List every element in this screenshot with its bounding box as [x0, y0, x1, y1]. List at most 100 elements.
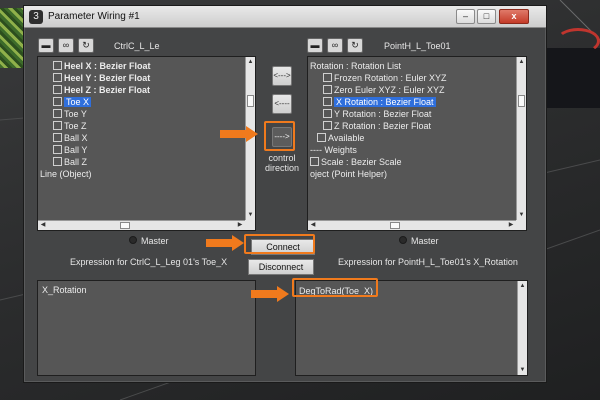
right-expression-label: Expression for PointH_L_Toe01's X_Rotati… [338, 257, 518, 267]
tree-item-label: Toe X [64, 97, 92, 107]
tree-item[interactable]: Toe Z [53, 120, 87, 132]
annotation-arrow-icon [220, 126, 258, 142]
right-horizontal-scrollbar[interactable]: ◀ ▶ [308, 220, 516, 230]
refresh-icon[interactable]: ↻ [347, 38, 363, 53]
tree-item[interactable]: Heel Y : Bezier Float [53, 72, 150, 84]
track-icon [53, 145, 62, 154]
left-expression-text: X_Rotation [42, 285, 87, 295]
left-expression-editor[interactable]: X_Rotation [37, 280, 256, 376]
right-master-radio[interactable] [399, 236, 407, 244]
tree-item-label: Available [328, 133, 365, 143]
annotation-arrow-icon [206, 235, 244, 251]
track-icon [53, 97, 62, 106]
tree-item[interactable]: Z Rotation : Bezier Float [323, 120, 431, 132]
track-icon [53, 85, 62, 94]
left-expression-label: Expression for CtrlC_L_Leg 01's Toe_X [70, 257, 228, 267]
tree-item-label: Heel Z : Bezier Float [64, 85, 151, 95]
tree-item[interactable]: ---- Weights [310, 144, 357, 156]
scroll-down-icon[interactable]: ▼ [246, 210, 255, 220]
tree-item[interactable]: Zero Euler XYZ : Euler XYZ [323, 84, 445, 96]
scroll-up-icon[interactable]: ▲ [518, 281, 527, 291]
left-node-title: CtrlC_L_Le [114, 41, 160, 51]
track-icon [53, 121, 62, 130]
scroll-up-icon[interactable]: ▲ [517, 57, 526, 67]
left-horizontal-scrollbar[interactable]: ◀ ▶ [38, 220, 245, 230]
tree-item-label: Ball Z [64, 157, 88, 167]
scroll-thumb[interactable] [518, 95, 525, 107]
folder-icon[interactable]: ▬ [38, 38, 54, 53]
tree-item[interactable]: Frozen Rotation : Euler XYZ [323, 72, 447, 84]
tree-item-label: Line (Object) [40, 169, 92, 179]
binoculars-icon[interactable]: ∞ [327, 38, 343, 53]
annotation-highlight [264, 121, 295, 151]
tree-item[interactable]: Rotation : Rotation List [310, 60, 401, 72]
scroll-right-icon[interactable]: ▶ [506, 221, 516, 230]
title-bar[interactable]: 3 Parameter Wiring #1 – □ x [24, 6, 546, 28]
tree-item[interactable]: Ball Y [53, 144, 87, 156]
tree-item-label: Toe Y [64, 109, 87, 119]
disconnect-button[interactable]: Disconnect [248, 259, 314, 275]
right-tree-panel[interactable]: Rotation : Rotation List Frozen Rotation … [307, 56, 527, 231]
left-direction-button[interactable]: <---- [272, 94, 292, 114]
tree-item[interactable]: Toe X [53, 96, 92, 108]
tree-item-label: Zero Euler XYZ : Euler XYZ [334, 85, 445, 95]
control-direction-label: control direction [257, 153, 307, 173]
scroll-down-icon[interactable]: ▼ [518, 365, 527, 375]
annotation-arrow-icon [251, 286, 289, 302]
tree-item[interactable]: Available [317, 132, 364, 144]
rotation-gizmo [556, 28, 600, 54]
tree-item[interactable]: Y Rotation : Bezier Float [323, 108, 431, 120]
track-icon [317, 133, 326, 142]
tree-item[interactable]: Toe Y [53, 108, 87, 120]
scroll-thumb[interactable] [390, 222, 400, 229]
right-node-title: PointH_L_Toe01 [384, 41, 451, 51]
tree-item-label: Heel Y : Bezier Float [64, 73, 151, 83]
close-button[interactable]: x [499, 9, 529, 24]
tree-item[interactable]: Scale : Bezier Scale [310, 156, 402, 168]
tree-item[interactable]: Ball X [53, 132, 88, 144]
track-icon [53, 61, 62, 70]
scroll-down-icon[interactable]: ▼ [517, 210, 526, 220]
track-icon [53, 109, 62, 118]
left-master-radio[interactable] [129, 236, 137, 244]
tree-item[interactable]: Ball Z [53, 156, 87, 168]
tree-item[interactable]: Heel X : Bezier Float [53, 60, 151, 72]
tree-item-label: Ball X [64, 133, 88, 143]
right-master-label: Master [411, 236, 439, 246]
track-icon [323, 85, 332, 94]
tree-item[interactable]: Heel Z : Bezier Float [53, 84, 150, 96]
tree-item-label: Y Rotation : Bezier Float [334, 109, 432, 119]
tree-item[interactable]: X Rotation : Bezier Float [323, 96, 436, 108]
track-icon [53, 133, 62, 142]
track-icon [323, 109, 332, 118]
left-tree-panel[interactable]: Heel X : Bezier Float Heel Y : Bezier Flo… [37, 56, 256, 231]
tree-item-label: ---- Weights [310, 145, 357, 155]
scroll-corner [245, 220, 255, 230]
scroll-up-icon[interactable]: ▲ [246, 57, 255, 67]
folder-icon[interactable]: ▬ [307, 38, 323, 53]
tree-item-label: oject (Point Helper) [310, 169, 388, 179]
scroll-thumb[interactable] [120, 222, 130, 229]
binoculars-icon[interactable]: ∞ [58, 38, 74, 53]
tree-item-label: Heel X : Bezier Float [64, 61, 151, 71]
tree-item[interactable]: oject (Point Helper) [310, 168, 387, 180]
tree-item[interactable]: Line (Object) [40, 168, 92, 180]
right-expression-scrollbar[interactable]: ▲ ▼ [517, 281, 527, 375]
scroll-left-icon[interactable]: ◀ [308, 221, 318, 230]
refresh-icon[interactable]: ↻ [78, 38, 94, 53]
track-icon [53, 157, 62, 166]
app-icon: 3 [29, 10, 43, 24]
minimize-button[interactable]: – [456, 9, 475, 24]
maximize-button[interactable]: □ [477, 9, 496, 24]
tree-item-label: Toe Z [64, 121, 87, 131]
tree-item-label: Rotation : Rotation List [310, 61, 402, 71]
scroll-thumb[interactable] [247, 95, 254, 107]
two-way-direction-button[interactable]: <---> [272, 66, 292, 86]
scroll-right-icon[interactable]: ▶ [235, 221, 245, 230]
scene-object [540, 48, 600, 108]
right-vertical-scrollbar[interactable]: ▲ ▼ [516, 57, 526, 220]
track-icon [310, 157, 319, 166]
scroll-left-icon[interactable]: ◀ [38, 221, 48, 230]
tree-item-label: Frozen Rotation : Euler XYZ [334, 73, 447, 83]
tree-item-label: Ball Y [64, 145, 88, 155]
